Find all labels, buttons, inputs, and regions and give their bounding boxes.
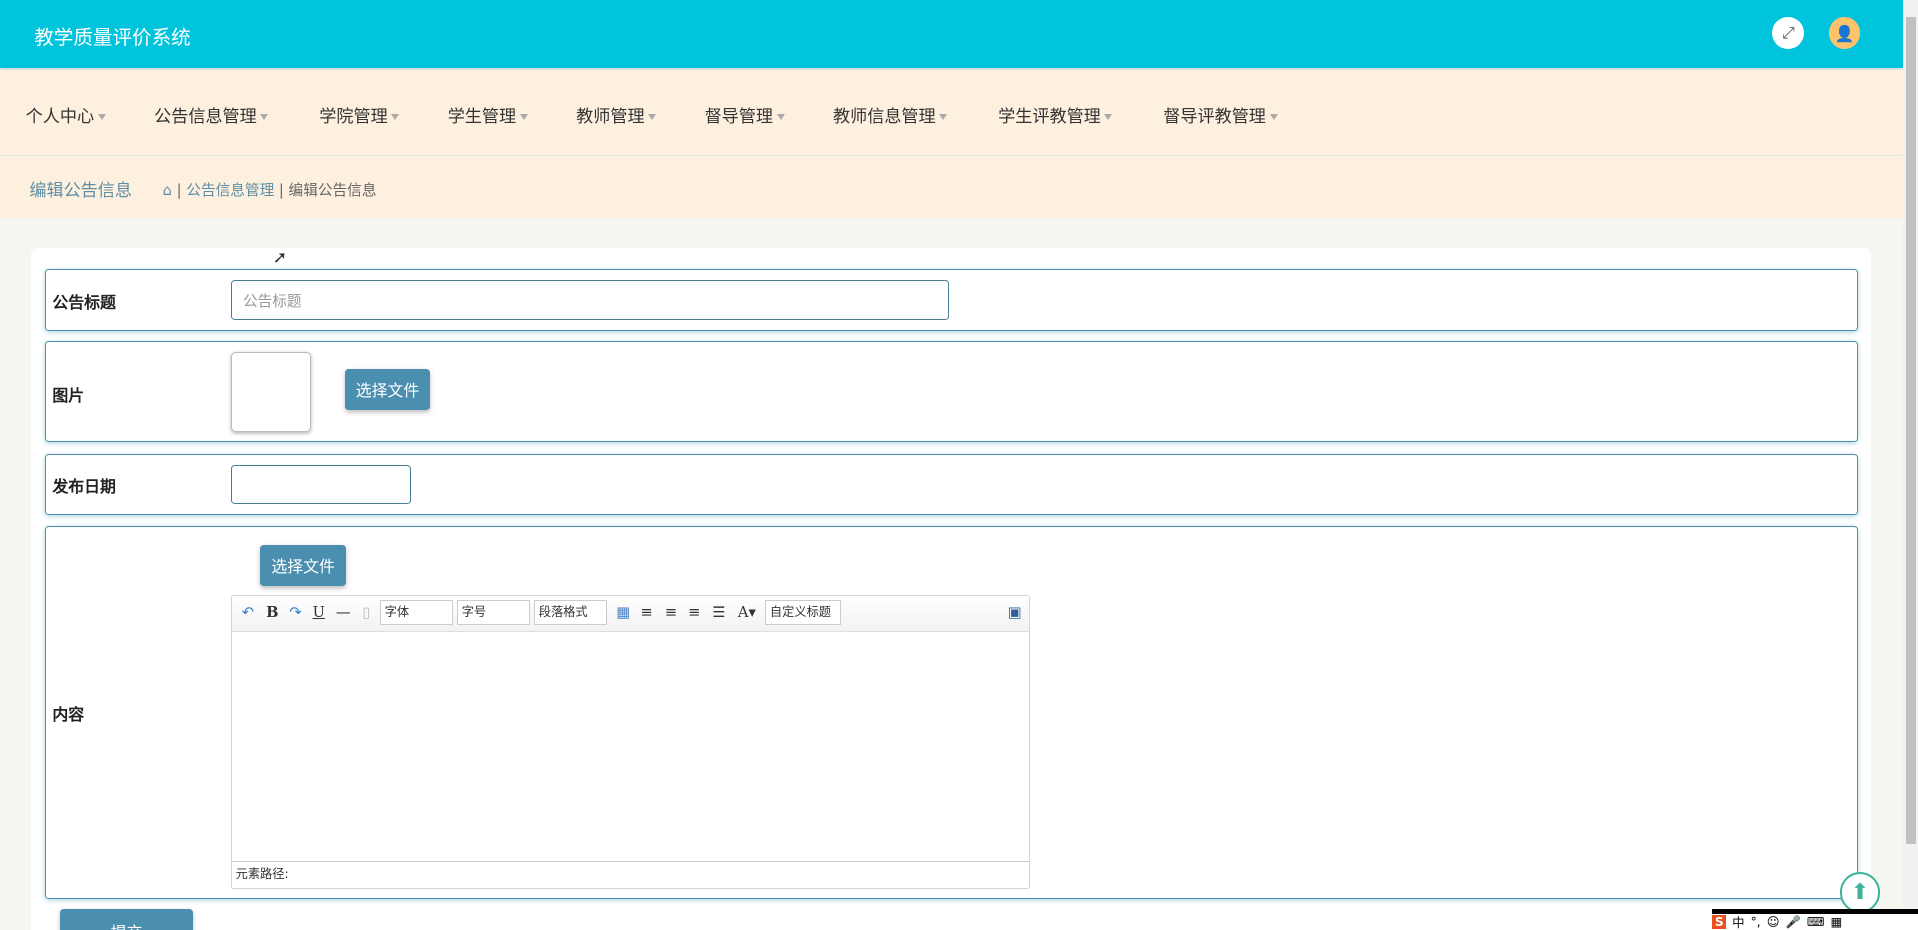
fullscreen-icon[interactable]: ⤢ [1772,17,1805,49]
nav-notice-management[interactable]: 公告信息管理 [154,102,269,127]
preview-icon[interactable]: ▣ [1005,603,1025,623]
redo-icon[interactable]: ↷ [286,603,306,623]
choose-content-file-button[interactable]: 选择文件 [260,545,346,586]
horizontal-rule-icon[interactable]: — [333,603,353,623]
breadcrumb-item: 编辑公告信息 [288,181,377,199]
ime-lang[interactable]: 中 [1732,913,1744,930]
emoji-icon[interactable]: ☺ [1767,915,1780,929]
nav-label: 督导评教管理 [1163,106,1266,127]
image-row: 图片 选择文件 [45,341,1858,443]
publish-date-input[interactable] [230,464,411,504]
breadcrumb: ⌂ | 公告信息管理 | 编辑公告信息 [163,179,377,200]
font-family-select[interactable]: 字体 [379,600,454,625]
content-label: 内容 [52,704,85,724]
ime-bar: S 中 °, ☺ 🎤 ⌨ ▦ [1712,913,1918,930]
font-size-select[interactable]: 字号 [457,600,531,625]
nav-personal-center[interactable]: 个人中心 [26,102,106,127]
back-to-top-button[interactable]: ⬆ [1839,872,1881,913]
caret-down-icon [391,113,400,120]
nav-teacher-management[interactable]: 教师管理 [576,102,657,127]
date-label: 发布日期 [52,477,116,497]
caret-down-icon [1104,113,1113,120]
submit-button[interactable]: 提交 [59,908,194,930]
content-row: 内容 选择文件 ↶ B ↷ U — ▯ 字体 字号 段落格式 ▦ ≡ ≡ ≡ ☰… [45,525,1858,899]
nav-supervisor-evaluation[interactable]: 督导评教管理 [1163,102,1278,127]
scrollbar-thumb[interactable] [1905,17,1916,844]
nav-label: 教师管理 [576,106,645,127]
nav-label: 学院管理 [319,106,388,127]
choose-image-button[interactable]: 选择文件 [344,369,431,410]
breadcrumb-sep: | [278,181,284,199]
home-icon[interactable]: ⌂ [163,182,172,199]
editor-toolbar: ↶ B ↷ U — ▯ 字体 字号 段落格式 ▦ ≡ ≡ ≡ ☰ A▾ 自定义标… [231,596,1030,632]
nav-label: 督导管理 [704,106,774,127]
paragraph-format-select[interactable]: 段落格式 [534,600,608,625]
font-color-icon[interactable]: A▾ [733,603,760,623]
nav-supervisor-management[interactable]: 督导管理 [705,102,785,127]
app-title: 教学质量评价系统 [34,25,191,49]
user-avatar-icon[interactable]: 👤 [1828,17,1861,49]
breadcrumb-item[interactable]: 公告信息管理 [186,182,274,199]
date-row: 发布日期 [45,453,1858,515]
ime-toolbar: S 中 °, ☺ 🎤 ⌨ ▦ [1712,908,1918,930]
image-preview [230,352,312,433]
ime-menu-icon[interactable]: ▦ [1831,915,1843,929]
nav-label: 公告信息管理 [154,106,257,127]
caret-down-icon [939,113,948,120]
align-right-icon[interactable]: ≡ [661,603,681,623]
custom-title-select[interactable]: 自定义标题 [765,600,842,625]
caret-down-icon [97,113,106,120]
breadcrumb-sep: | [176,181,182,199]
table-icon[interactable]: ▦ [614,603,634,623]
nav-teacher-info-management[interactable]: 教师信息管理 [832,102,948,127]
nav-label: 个人中心 [25,106,95,127]
top-header: 教学质量评价系统 ⤢ 👤 [0,0,1904,69]
align-center-icon[interactable]: ≡ [685,603,705,623]
sogou-icon[interactable]: S [1712,914,1727,929]
nav-student-evaluation[interactable]: 学生评教管理 [998,102,1113,127]
title-input[interactable]: 公告标题 [230,279,949,321]
title-row: 公告标题 公告标题 [45,269,1858,332]
bold-icon[interactable]: B [263,603,283,623]
page-title: 编辑公告信息 [29,181,133,202]
editor-body[interactable] [232,632,1030,861]
caret-down-icon [519,113,528,120]
caret-down-icon [1269,113,1278,120]
justify-icon[interactable]: ☰ [709,603,729,623]
nav-label: 教师信息管理 [832,106,936,127]
undo-icon[interactable]: ↶ [238,603,258,623]
nav-label: 学生管理 [447,106,517,127]
mic-icon[interactable]: 🎤 [1786,915,1801,929]
breadcrumb-bar: 编辑公告信息 ⌂ | 公告信息管理 | 编辑公告信息 [0,156,1904,218]
keyboard-icon[interactable]: ⌨ [1807,915,1825,929]
element-path: 元素路径: [231,860,1030,887]
underline-icon[interactable]: U [309,603,329,623]
caret-down-icon [776,113,785,120]
arrow-up-icon: ⬆ [1850,879,1870,905]
caret-down-icon [648,113,657,120]
rich-text-editor: ↶ B ↷ U — ▯ 字体 字号 段落格式 ▦ ≡ ≡ ≡ ☰ A▾ 自定义标… [230,595,1031,889]
punctuation-icon[interactable]: °, [1751,915,1761,929]
mouse-cursor-icon: ➚ [272,248,288,269]
nav-college-management[interactable]: 学院管理 [319,102,400,127]
nav-student-management[interactable]: 学生管理 [448,102,528,127]
scrollbar[interactable] [1903,0,1918,930]
image-label: 图片 [52,385,85,405]
nav-label: 学生评教管理 [998,106,1101,127]
align-left-icon[interactable]: ≡ [637,603,657,623]
main-nav: 个人中心 公告信息管理 学院管理 学生管理 教师管理 督导管理 教师信息管理 学… [0,69,1904,157]
title-label: 公告标题 [52,292,116,312]
caret-down-icon [260,113,269,120]
new-document-icon[interactable]: ▯ [357,603,377,623]
